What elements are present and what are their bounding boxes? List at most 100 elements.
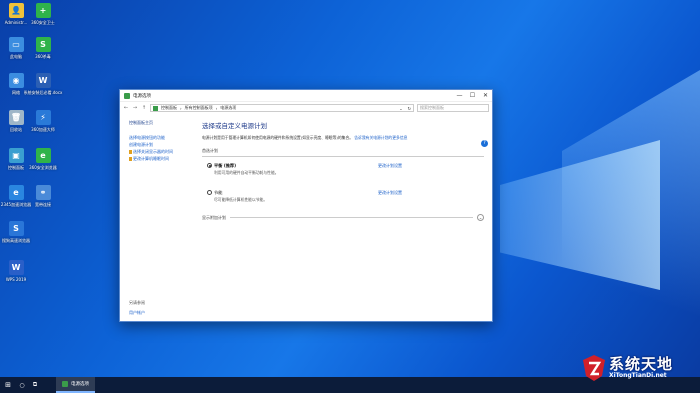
plan-name: 平衡 (推荐) [214,163,237,168]
divider [230,217,473,218]
desktop-icon[interactable]: +360安全卫士 [28,3,58,25]
page-title: 选择或自定义电源计划 [202,122,267,130]
up-arrow-icon[interactable]: ↑ [141,105,147,111]
watermark-title: 系统天地 [609,355,674,373]
desktop-icon[interactable]: ⚭ 宽带连接 [28,185,58,207]
plan-name: 节能 [214,190,223,195]
dropdown-icon[interactable]: ⌄ [399,106,404,111]
desktop-icon[interactable]: W 系统安装后必看.docx [24,73,62,95]
desktop-icon-label: 360杀毒 [35,54,51,59]
taskbar-app-power-options[interactable]: 电源选项 [56,377,95,393]
desktop-icon[interactable]: W WPS 2019 [1,260,31,282]
breadcrumb-item[interactable]: 所有控制面板项 [185,105,213,111]
window-title: 电源选项 [133,93,151,99]
desktop-icon[interactable]: e 2345加速浏览器 [1,185,31,207]
desktop-icon-label: 2345加速浏览器 [0,202,32,207]
show-additional-plans[interactable]: 显示附加计划 ⌄ [202,214,484,221]
user-accounts-link[interactable]: 用户帐户 [129,309,145,316]
show-additional-plans-label: 显示附加计划 [202,214,226,220]
desktop-icon-label: 此电脑 [10,54,22,59]
see-also-label: 另请参阅 [129,300,145,305]
desktop-icon-label: Administr... [4,20,28,25]
minimize-button[interactable]: — [453,90,466,102]
power-options-icon [124,92,130,99]
power-options-window: 电源选项 — ☐ ✕ ← → ↑ 控制面板 › 所有控制面板项 › 电源选项 ⌄… [119,89,493,322]
desktop-icon-label: 360安全卫士 [31,20,55,25]
sidebar-link-display-off[interactable]: 选择关闭显示器的时间 [129,148,198,155]
desktop-app-icon: S [35,37,51,52]
desktop-icon-label: 控制面板 [8,165,24,170]
plan-description: 尽可能降低计算机性能以节能。 [214,197,268,202]
desktop-app-icon: ◉ [8,73,24,88]
desktop-icon-label: 360安全浏览器 [29,165,57,170]
help-icon[interactable]: ? [481,140,488,147]
desktop-icon[interactable]: 👤 Administr... [1,3,31,25]
change-plan-settings-link[interactable]: 更改计划设置 [378,190,402,196]
desktop-app-icon: W [35,73,51,88]
desktop-app-icon: ▣ [8,148,24,163]
desktop-app-icon: + [35,3,51,18]
control-panel-icon [153,105,158,111]
desktop-icon[interactable]: S 搜狗高速浏览器 [1,221,31,243]
title-bar[interactable]: 电源选项 — ☐ ✕ [120,90,492,102]
search-icon[interactable]: ○ [16,382,28,389]
desktop-app-icon: ▭ [8,37,24,52]
preferred-plans-label: 首选计划 [202,148,484,157]
desktop-icon[interactable]: 🗑 回收站 [1,110,31,132]
desktop-icon-label: WPS 2019 [5,277,27,282]
sidebar-link-sleep[interactable]: 更改计算机睡眠时间 [129,155,198,162]
desktop-icon[interactable]: ⚡ 360加速大师 [28,110,58,132]
desktop-app-icon: 👤 [8,3,24,18]
desktop-app-icon: W [8,260,24,275]
desktop-app-icon: ⚡ [35,110,51,125]
desktop-app-icon: ⚭ [35,185,51,200]
desktop-icon-label: 360加速大师 [31,127,55,132]
desktop-icon[interactable]: ▭ 此电脑 [1,37,31,59]
desktop-icon-label: 搜狗高速浏览器 [2,238,30,243]
desktop-icon-label: 网络 [12,90,20,95]
forward-arrow-icon[interactable]: → [132,105,138,111]
plan-description: 利用可用的硬件自动平衡功耗与性能。 [214,170,279,175]
wallpaper-light-beam [500,140,660,290]
plan-power-saver[interactable]: 节能 尽可能降低计算机性能以节能。 更改计划设置 [202,189,484,211]
desktop-icon[interactable]: S 360杀毒 [28,37,58,59]
plan-power-saver-radio[interactable] [207,190,212,195]
desktop-icon[interactable]: ▣ 控制面板 [1,148,31,170]
desktop-icon-label: 系统安装后必看.docx [23,90,63,95]
maximize-button[interactable]: ☐ [466,90,479,102]
power-plan-info-link[interactable]: 告诉我有关电源计划的更多信息 [354,135,407,140]
desktop-app-icon: e [8,185,24,200]
change-plan-settings-link[interactable]: 更改计划设置 [378,163,402,169]
main-content: 选择或自定义电源计划 电源计划是用于管理计算机如何使用电源的硬件和系统设置(如显… [198,114,492,322]
breadcrumb-item[interactable]: 电源选项 [220,105,236,111]
close-button[interactable]: ✕ [479,90,492,102]
plan-balanced-radio[interactable] [207,163,212,168]
breadcrumb-item[interactable]: 控制面板 [161,105,177,111]
desktop-app-icon: 🗑 [8,110,24,125]
desktop-icon-label: 回收站 [10,127,22,132]
control-panel-home-link[interactable]: 控制面板主页 [129,120,198,126]
sidebar-link-power-button[interactable]: 选择电源按钮的功能 [129,134,198,141]
wallpaper-light-beam [562,70,700,340]
desktop-icon[interactable]: e 360安全浏览器 [28,148,58,170]
desktop-icon-label: 宽带连接 [35,202,51,207]
back-arrow-icon[interactable]: ← [123,105,129,111]
task-view-icon[interactable]: ⧉ [28,381,42,389]
start-button-icon[interactable]: ⊞ [0,377,16,393]
sidebar-link-create-plan[interactable]: 创建电源计划 [129,141,198,148]
search-input[interactable]: 搜索控制面板 [417,104,489,112]
taskbar-app-label: 电源选项 [71,382,89,387]
expand-icon[interactable]: ⌄ [477,214,484,221]
sidebar: 控制面板主页 选择电源按钮的功能 创建电源计划 选择关闭显示器的时间 更改计算机… [120,114,198,322]
plan-balanced[interactable]: 平衡 (推荐) 利用可用的硬件自动平衡功耗与性能。 更改计划设置 [202,162,484,184]
shield-icon [129,156,132,161]
shield-icon [129,149,132,154]
refresh-icon[interactable]: ↻ [408,106,413,111]
watermark-url: XiTongTianDi.net [609,372,667,379]
watermark-logo-icon [583,355,605,381]
address-bar-row: ← → ↑ 控制面板 › 所有控制面板项 › 电源选项 ⌄ ↻ 搜索控制面板 [120,102,492,114]
page-description: 电源计划是用于管理计算机如何使用电源的硬件和系统设置(如显示亮度、睡眠等)的集合… [202,135,408,140]
desktop-app-icon: S [8,221,24,236]
address-bar[interactable]: 控制面板 › 所有控制面板项 › 电源选项 ⌄ ↻ [150,104,414,112]
watermark: 系统天地 XiTongTianDi.net [582,348,700,388]
